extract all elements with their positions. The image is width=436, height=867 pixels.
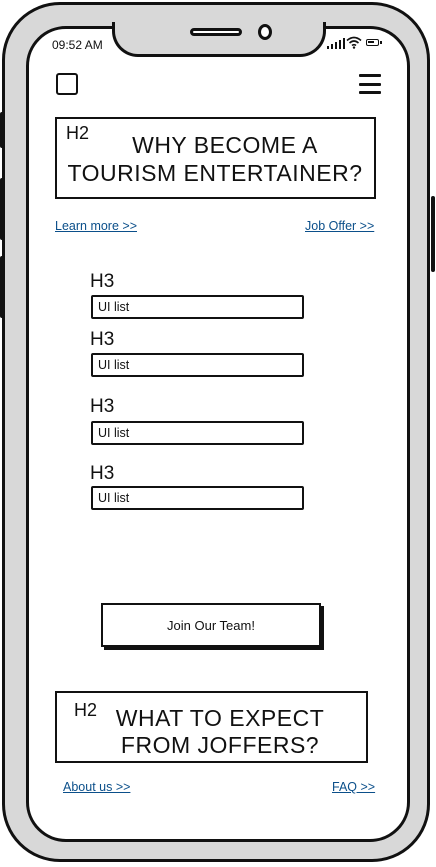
job-offer-link[interactable]: Job Offer >> (305, 219, 374, 233)
faq-link[interactable]: FAQ >> (332, 780, 375, 794)
side-button-right (431, 196, 435, 272)
wifi-icon (346, 36, 362, 49)
join-our-team-label: Join Our Team! (167, 617, 255, 633)
about-us-link[interactable]: About us >> (63, 780, 130, 794)
section-heading-2: H3 (90, 329, 115, 350)
speaker-grille (190, 28, 242, 36)
ui-list-3: UI list (91, 421, 304, 445)
section-heading-3: H3 (90, 396, 115, 417)
section-heading-1: H3 (90, 271, 115, 292)
learn-more-link[interactable]: Learn more >> (55, 219, 137, 233)
expect-heading-line-1: WHAT TO EXPECT (115, 705, 325, 731)
hero-heading-line-2: TOURISM ENTERTAINER? (67, 160, 363, 186)
logo-placeholder[interactable] (56, 73, 78, 95)
expect-heading-line-2: FROM JOFFERS? (120, 732, 320, 758)
ui-list-2: UI list (91, 353, 304, 377)
ui-list-1: UI list (91, 295, 304, 319)
join-our-team-button[interactable]: Join Our Team! (101, 603, 321, 647)
hero-heading-line-1: WHY BECOME A (132, 132, 318, 158)
menu-icon[interactable] (359, 74, 381, 94)
hero-heading-tag: H2 (66, 123, 90, 143)
section-heading-4: H3 (90, 463, 115, 484)
expect-heading-tag: H2 (74, 700, 98, 720)
ui-list-4: UI list (91, 486, 304, 510)
side-button-left-3 (0, 256, 4, 318)
signal-icon (327, 38, 345, 49)
front-camera (258, 24, 272, 40)
side-button-left-2 (0, 178, 4, 240)
battery-icon (366, 39, 382, 46)
status-time: 09:52 AM (52, 38, 103, 52)
side-button-left-1 (0, 112, 4, 148)
